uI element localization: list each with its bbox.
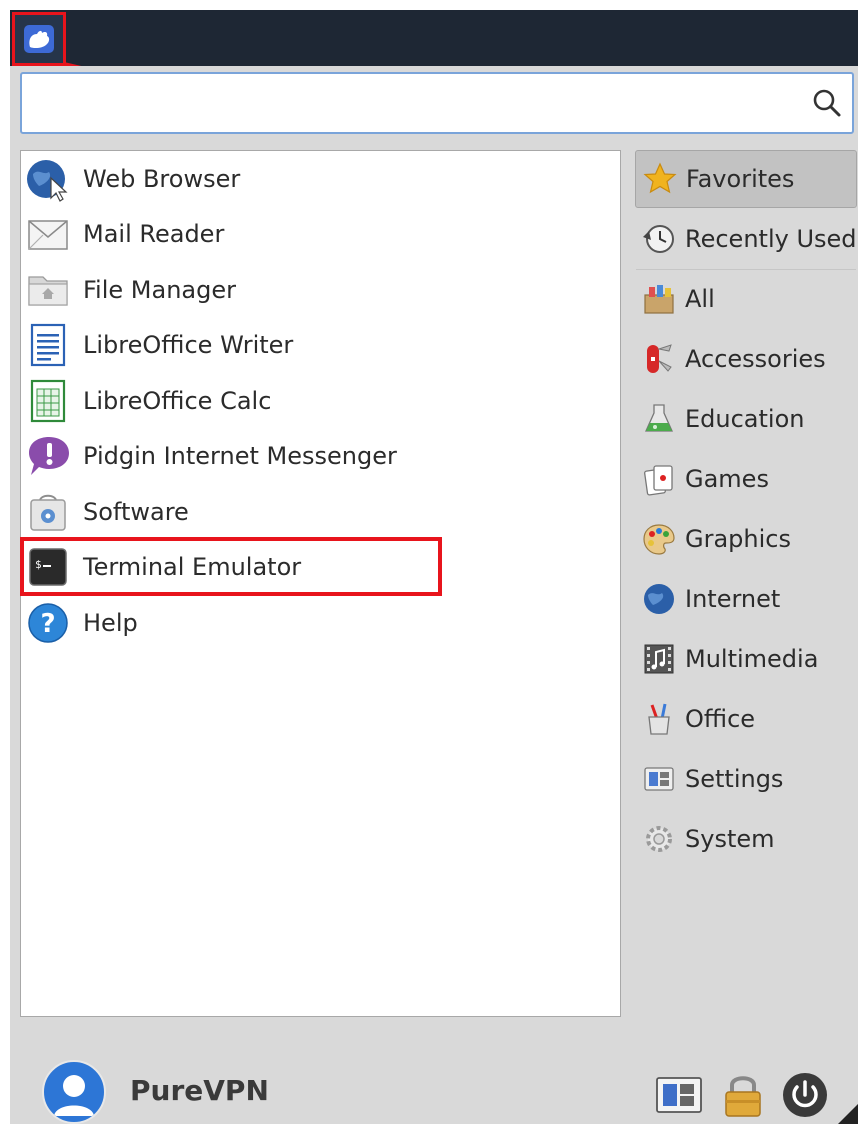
- terminal-icon: $: [25, 544, 71, 590]
- app-file-manager[interactable]: File Manager: [23, 265, 619, 315]
- app-mail-reader[interactable]: Mail Reader: [23, 209, 619, 259]
- cards-icon: [641, 461, 677, 497]
- category-label: Education: [685, 405, 805, 433]
- writer-document-icon: [25, 322, 71, 368]
- category-label: Recently Used: [685, 225, 857, 253]
- category-label: Multimedia: [685, 645, 819, 673]
- category-all[interactable]: All: [635, 270, 857, 328]
- category-label: All: [685, 285, 715, 313]
- resize-grip-icon[interactable]: [838, 1104, 858, 1124]
- folder-home-icon: [25, 267, 71, 313]
- app-label: Pidgin Internet Messenger: [83, 442, 397, 470]
- category-list: Favorites Recently Used All Accessories …: [635, 148, 858, 868]
- category-multimedia[interactable]: Multimedia: [635, 630, 857, 688]
- category-recently-used[interactable]: Recently Used: [635, 210, 857, 268]
- settings-panel-icon: [656, 1077, 702, 1113]
- palette-icon: [641, 521, 677, 557]
- category-label: Office: [685, 705, 756, 733]
- lock-screen-button[interactable]: [718, 1070, 768, 1120]
- film-music-icon: [641, 641, 677, 677]
- app-software[interactable]: Software: [23, 487, 619, 537]
- help-question-icon: ?: [25, 600, 71, 646]
- log-out-button[interactable]: [780, 1070, 830, 1120]
- settings-manager-button[interactable]: [654, 1070, 704, 1120]
- settings-panel-icon: [641, 761, 677, 797]
- avatar[interactable]: [42, 1060, 106, 1124]
- app-help[interactable]: ? Help: [23, 598, 619, 648]
- category-label: Favorites: [686, 165, 795, 193]
- category-office[interactable]: Office: [635, 690, 857, 748]
- category-label: Games: [685, 465, 769, 493]
- globe-icon: [641, 581, 677, 617]
- category-accessories[interactable]: Accessories: [635, 330, 857, 388]
- pencil-cup-icon: [641, 701, 677, 737]
- star-icon: [642, 161, 678, 197]
- app-label: Mail Reader: [83, 220, 225, 248]
- svg-text:$: $: [35, 558, 42, 571]
- category-label: Accessories: [685, 345, 826, 373]
- category-favorites[interactable]: Favorites: [635, 150, 857, 208]
- lock-icon: [725, 1076, 761, 1117]
- box-all-icon: [641, 281, 677, 317]
- app-label: LibreOffice Writer: [83, 331, 294, 359]
- swiss-knife-icon: [641, 341, 677, 377]
- app-label: Help: [83, 609, 138, 637]
- app-terminal-emulator[interactable]: $ Terminal Emulator: [23, 542, 619, 592]
- web-browser-globe-icon: [25, 156, 71, 202]
- software-store-icon: [25, 489, 71, 535]
- search-box[interactable]: [20, 72, 854, 134]
- svg-text:?: ?: [40, 609, 55, 639]
- flask-icon: [641, 401, 677, 437]
- app-label: File Manager: [83, 276, 236, 304]
- app-web-browser[interactable]: Web Browser: [23, 154, 619, 204]
- category-label: Internet: [685, 585, 781, 613]
- category-education[interactable]: Education: [635, 390, 857, 448]
- mail-envelope-icon: [25, 211, 71, 257]
- app-libreoffice-calc[interactable]: LibreOffice Calc: [23, 376, 619, 426]
- category-settings[interactable]: Settings: [635, 750, 857, 808]
- category-label: Graphics: [685, 525, 791, 553]
- category-graphics[interactable]: Graphics: [635, 510, 857, 568]
- clock-history-icon: [641, 221, 677, 257]
- favorites-list: Web Browser Mail Reader File Manager Lib…: [20, 150, 621, 1017]
- search-input[interactable]: [30, 82, 794, 126]
- calc-spreadsheet-icon: [25, 378, 71, 424]
- category-system[interactable]: System: [635, 810, 857, 868]
- gear-icon: [641, 821, 677, 857]
- app-label: Terminal Emulator: [83, 553, 302, 581]
- username: PureVPN: [130, 1074, 269, 1107]
- app-libreoffice-writer[interactable]: LibreOffice Writer: [23, 320, 619, 370]
- app-label: Web Browser: [83, 165, 241, 193]
- app-label: Software: [83, 498, 189, 526]
- search-icon[interactable]: [812, 88, 842, 118]
- category-internet[interactable]: Internet: [635, 570, 857, 628]
- pidgin-speech-bubble-icon: [25, 433, 71, 479]
- category-games[interactable]: Games: [635, 450, 857, 508]
- category-label: Settings: [685, 765, 784, 793]
- app-pidgin[interactable]: Pidgin Internet Messenger: [23, 431, 619, 481]
- app-label: LibreOffice Calc: [83, 387, 272, 415]
- category-separator: [636, 269, 856, 270]
- category-label: System: [685, 825, 775, 853]
- power-icon: [783, 1073, 827, 1117]
